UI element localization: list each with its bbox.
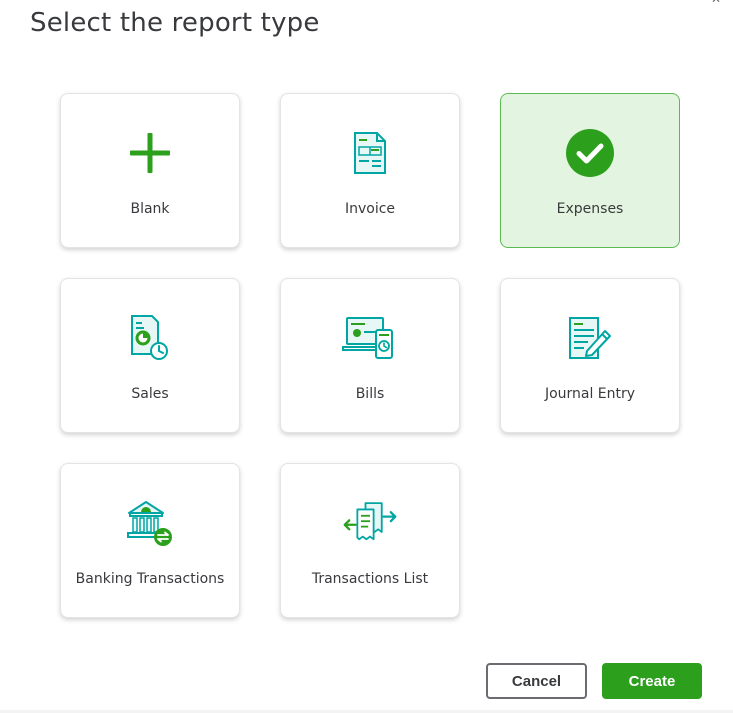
report-card-label: Transactions List [311, 571, 429, 587]
sales-icon [122, 313, 178, 363]
invoice-icon [342, 128, 398, 178]
report-card-label: Expenses [556, 201, 624, 217]
report-card-expenses[interactable]: Expenses [500, 93, 680, 248]
report-card-label: Sales [131, 386, 169, 402]
transactions-list-icon [342, 498, 398, 548]
report-card-invoice[interactable]: Invoice [280, 93, 460, 248]
report-card-transactions-list[interactable]: Transactions List [280, 463, 460, 618]
checkmark-icon [562, 128, 618, 178]
close-icon[interactable]: ✕ [711, 0, 725, 4]
report-type-grid: Blank Invoice Expenses Sales Bills Journ… [60, 93, 680, 618]
report-card-sales[interactable]: Sales [60, 278, 240, 433]
report-card-label: Blank [130, 201, 170, 217]
report-card-blank[interactable]: Blank [60, 93, 240, 248]
report-card-bills[interactable]: Bills [280, 278, 460, 433]
plus-icon [122, 128, 178, 178]
journal-entry-icon [562, 313, 618, 363]
bank-icon [122, 498, 178, 548]
create-button[interactable]: Create [602, 663, 702, 699]
report-card-banking-transactions[interactable]: Banking Transactions [60, 463, 240, 618]
cancel-button[interactable]: Cancel [486, 663, 587, 699]
report-card-journal-entry[interactable]: Journal Entry [500, 278, 680, 433]
bills-icon [342, 313, 398, 363]
dialog-title: Select the report type [30, 8, 320, 38]
report-card-label: Bills [355, 386, 385, 402]
report-card-label: Banking Transactions [75, 571, 225, 587]
report-card-label: Invoice [344, 201, 396, 217]
report-card-label: Journal Entry [544, 386, 636, 402]
